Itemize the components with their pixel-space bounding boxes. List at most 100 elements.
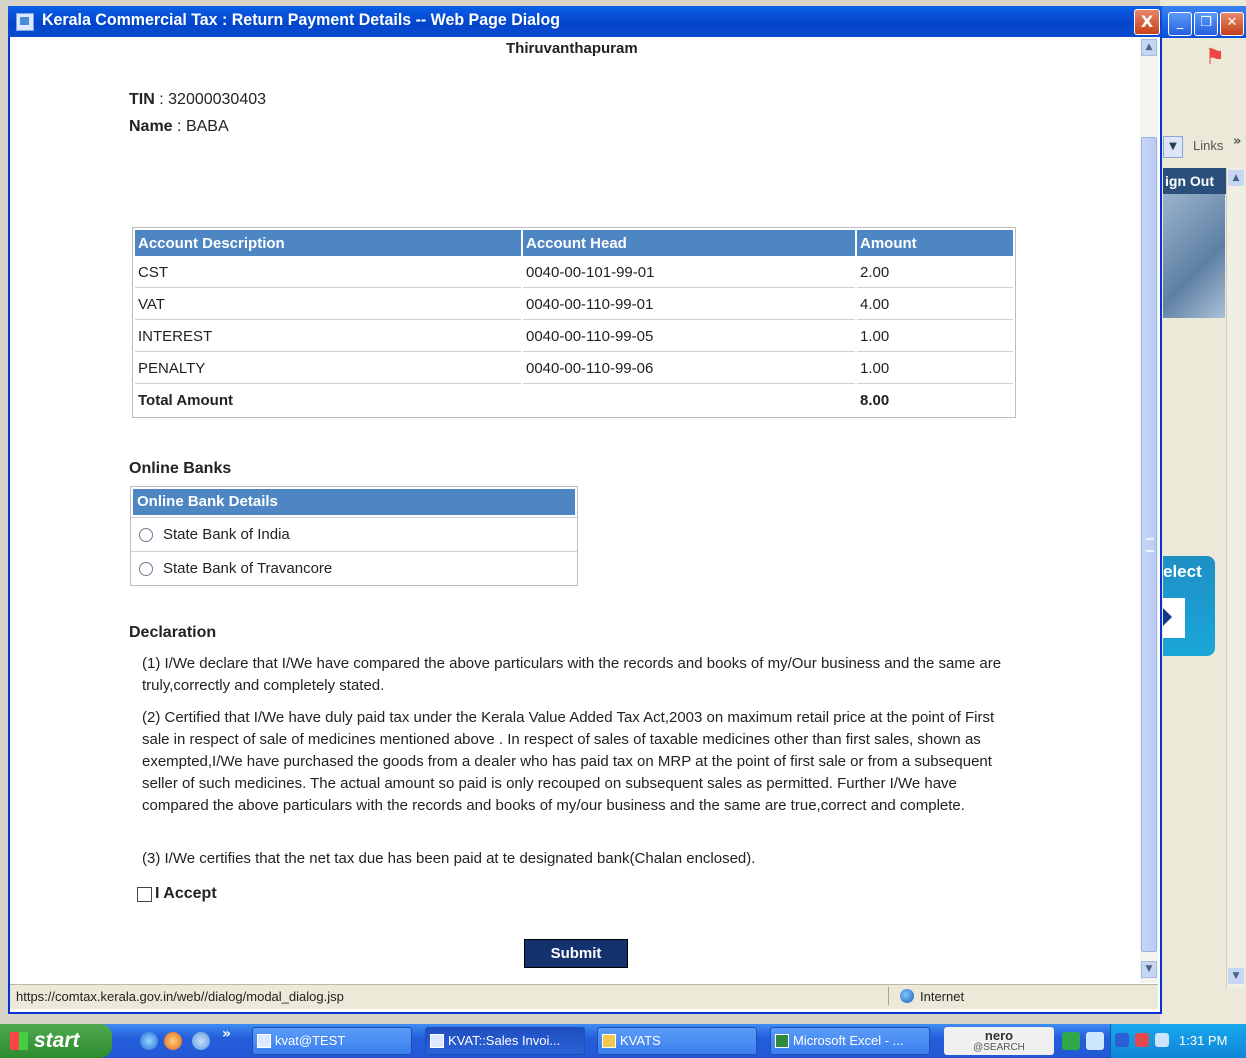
tin-value: 32000030403	[168, 91, 267, 108]
table-row: INTEREST 0040-00-110-99-05 1.00	[135, 322, 1013, 352]
account-table: Account Description Account Head Amount …	[132, 227, 1016, 418]
scroll-up-icon[interactable]: ▲	[1228, 170, 1244, 186]
taskbar-button-label: Microsoft Excel - ...	[793, 1033, 904, 1048]
bank-label-sbi: State Bank of India	[163, 526, 290, 543]
firefox-quicklaunch-icon[interactable]	[164, 1032, 182, 1050]
clock[interactable]: 1:31 PM	[1179, 1033, 1227, 1048]
account-head-cell: 0040-00-110-99-01	[523, 290, 855, 320]
name-value: BABA	[185, 118, 229, 135]
antivirus-icon[interactable]	[1135, 1033, 1149, 1047]
quicklaunch-more-icon[interactable]: »	[222, 1026, 231, 1042]
dialog-close-button[interactable]: X	[1134, 9, 1160, 35]
taskbar-button-kvat-test[interactable]: kvat@TEST	[252, 1027, 412, 1055]
scroll-up-icon[interactable]: ▲	[1141, 39, 1157, 56]
account-head-cell: 0040-00-110-99-06	[523, 354, 855, 384]
bank-radio-sbt[interactable]	[139, 561, 153, 576]
taskbar-button-label: KVATS	[620, 1033, 661, 1048]
background-select-panel[interactable]: elect	[1163, 556, 1215, 656]
total-empty-cell	[523, 386, 855, 415]
taskbar-button-label: kvat@TEST	[275, 1033, 346, 1048]
accept-checkbox-row[interactable]: I Accept	[137, 885, 217, 903]
background-scrollbar[interactable]: ▲ ▼	[1226, 168, 1245, 988]
nero-logo-text: nero	[984, 1028, 1014, 1043]
taskbar-button-kvats[interactable]: KVATS	[597, 1027, 757, 1055]
bank-option-sbt[interactable]: State Bank of Travancore	[131, 551, 577, 585]
online-bank-list: Online Bank Details State Bank of India …	[130, 486, 578, 586]
background-close-icon[interactable]: ✕	[1220, 12, 1244, 36]
office-city: Thiruvanthapuram	[506, 40, 638, 57]
status-bar: https://comtax.kerala.gov.in/web//dialog…	[10, 984, 1158, 1009]
nero-search-box[interactable]: nero @SEARCH	[944, 1027, 1054, 1055]
sign-out-link[interactable]: ign Out	[1163, 168, 1227, 194]
bank-option-sbi[interactable]: State Bank of India	[131, 517, 577, 551]
browser-quicklaunch-icon[interactable]	[192, 1032, 210, 1050]
tin-separator: :	[159, 91, 164, 108]
start-label: start	[34, 1029, 80, 1052]
status-divider	[888, 987, 889, 1005]
windows-taskbar: start » kvat@TEST KVAT::Sales Invoi... K…	[0, 1024, 1246, 1058]
tray-expand-icon[interactable]	[1086, 1032, 1104, 1050]
ie-page-icon	[16, 13, 34, 31]
declaration-item-3: (3) I/We certifies that the net tax due …	[142, 850, 756, 867]
col-account-head: Account Head	[523, 230, 855, 256]
account-description-cell: VAT	[135, 290, 521, 320]
arrow-right-icon	[1163, 608, 1172, 626]
name-line: Name : BABA	[129, 118, 229, 136]
links-label[interactable]: Links	[1193, 138, 1223, 153]
start-button[interactable]: start	[0, 1024, 112, 1058]
background-banner-image	[1163, 194, 1225, 318]
col-amount: Amount	[857, 230, 1013, 256]
volume-icon[interactable]	[1155, 1033, 1169, 1047]
accept-checkbox[interactable]	[137, 886, 152, 902]
scroll-down-icon[interactable]: ▼	[1228, 968, 1244, 984]
address-dropdown-icon[interactable]: ▼	[1163, 136, 1183, 158]
dialog-scrollbar[interactable]: ▲ ▼	[1140, 37, 1158, 983]
accept-label[interactable]: I Accept	[155, 885, 217, 903]
account-description-cell: CST	[135, 258, 521, 288]
declaration-item-1: (1) I/We declare that I/We have compared…	[142, 655, 1002, 694]
account-head-cell: 0040-00-110-99-05	[523, 322, 855, 352]
status-url: https://comtax.kerala.gov.in/web//dialog…	[16, 989, 344, 1004]
scroll-grip-icon	[1146, 538, 1154, 552]
bank-radio-sbi[interactable]	[139, 527, 153, 542]
account-description-cell: PENALTY	[135, 354, 521, 384]
declaration-title: Declaration	[129, 624, 217, 641]
amount-cell: 4.00	[857, 290, 1013, 320]
name-label: Name	[129, 118, 173, 135]
minimize-icon[interactable]: _	[1168, 12, 1192, 36]
taskbar-button-label: KVAT::Sales Invoi...	[448, 1033, 561, 1048]
name-separator: :	[177, 118, 182, 135]
table-header-row: Account Description Account Head Amount	[135, 230, 1013, 256]
ie-icon	[430, 1034, 444, 1048]
submit-button[interactable]: Submit	[524, 939, 628, 968]
scroll-down-icon[interactable]: ▼	[1141, 961, 1157, 978]
amount-cell: 1.00	[857, 322, 1013, 352]
network-icon[interactable]	[1115, 1033, 1129, 1047]
bank-label-sbt: State Bank of Travancore	[163, 560, 333, 577]
dialog-titlebar[interactable]: Kerala Commercial Tax : Return Payment D…	[8, 6, 1162, 37]
tin-label: TIN	[129, 91, 155, 108]
online-bank-header: Online Bank Details	[133, 489, 575, 515]
restore-icon[interactable]: ❐	[1194, 12, 1218, 36]
system-tray: 1:31 PM	[1110, 1024, 1246, 1058]
nero-search-text: @SEARCH	[973, 1042, 1025, 1053]
security-zone: Internet	[920, 989, 965, 1004]
scroll-thumb[interactable]	[1141, 137, 1157, 952]
go-arrow-icon[interactable]	[1062, 1032, 1080, 1050]
table-row: CST 0040-00-101-99-01 2.00	[135, 258, 1013, 288]
amount-cell: 1.00	[857, 354, 1013, 384]
total-row: Total Amount 8.00	[135, 386, 1013, 415]
links-more-icon[interactable]: »	[1233, 134, 1241, 149]
tin-line: TIN : 32000030403	[129, 91, 266, 109]
select-label: elect	[1163, 562, 1202, 581]
windows-logo-icon: ⚑	[1205, 45, 1225, 70]
online-banks-title: Online Banks	[129, 460, 232, 477]
taskbar-button-excel[interactable]: Microsoft Excel - ...	[770, 1027, 930, 1055]
declaration-item-2: (2) Certified that I/We have duly paid t…	[142, 709, 995, 814]
taskbar-button-sales-invoice[interactable]: KVAT::Sales Invoi...	[425, 1027, 585, 1055]
account-head-cell: 0040-00-101-99-01	[523, 258, 855, 288]
amount-cell: 2.00	[857, 258, 1013, 288]
account-description-cell: INTEREST	[135, 322, 521, 352]
table-row: VAT 0040-00-110-99-01 4.00	[135, 290, 1013, 320]
ie-quicklaunch-icon[interactable]	[140, 1032, 158, 1050]
